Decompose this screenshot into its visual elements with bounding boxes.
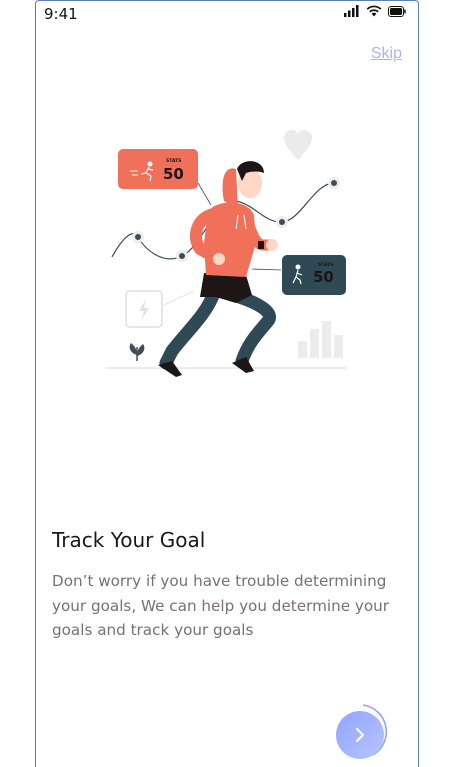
battery-icon	[388, 5, 406, 17]
phone-screen: 9:41 Skip STATS 50 STATS 50 Track Your G…	[35, 0, 419, 767]
stats-card-right-value: 50	[313, 268, 334, 286]
status-time: 9:41	[44, 5, 78, 23]
stats-card-left-value: 50	[163, 165, 184, 183]
next-button[interactable]	[336, 711, 384, 759]
onboarding-description: Don’t worry if you have trouble determin…	[52, 572, 390, 639]
wifi-icon	[366, 5, 382, 17]
stats-card-left	[118, 149, 198, 189]
signal-icon	[344, 5, 359, 17]
chevron-right-icon	[356, 728, 364, 742]
onboarding-title: Track Your Goal	[52, 528, 206, 552]
status-icons	[344, 4, 406, 18]
next-button-wrapper[interactable]	[333, 703, 391, 761]
runner-illustration: STATS 50 STATS 50	[106, 130, 346, 377]
status-bar: 9:41	[36, 1, 418, 27]
stats-card-left-label: STATS	[166, 158, 181, 164]
skip-link[interactable]: Skip	[371, 45, 402, 63]
heart-icon	[284, 130, 312, 160]
